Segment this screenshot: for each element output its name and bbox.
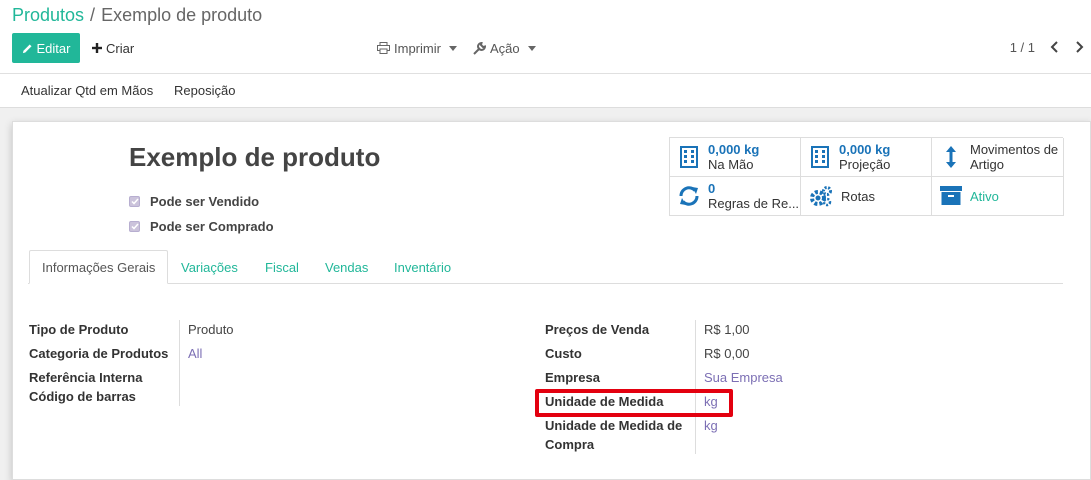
product-category-value[interactable]: All: [188, 346, 202, 361]
cogs-icon: [809, 185, 833, 207]
cost-value[interactable]: R$ 0,00: [704, 346, 750, 361]
unit-of-measure-label: Unidade de Medida: [545, 394, 664, 409]
product-moves-label-line2: Artigo: [970, 157, 1004, 172]
can-be-sold-checkbox[interactable]: [129, 196, 140, 207]
print-dropdown-label: Imprimir: [394, 40, 441, 56]
active-label: Ativo: [970, 188, 999, 204]
forecast-smart-button[interactable]: 0,000 kg Projeção: [801, 138, 932, 177]
can-be-sold-field: Pode ser Vendido: [129, 194, 259, 209]
routes-smart-button[interactable]: Rotas: [801, 177, 932, 216]
caret-down-icon: [448, 45, 457, 51]
pager-next-button[interactable]: [1071, 38, 1087, 56]
action-dropdown-label: Ação: [490, 40, 520, 56]
chevron-left-icon: [1050, 41, 1058, 53]
on-hand-smart-button[interactable]: 0,000 kg Na Mão: [670, 138, 801, 177]
product-type-value[interactable]: Produto: [188, 322, 234, 337]
unit-of-measure-value[interactable]: kg: [704, 394, 718, 409]
tab-inventory[interactable]: Inventário: [382, 250, 463, 284]
can-be-purchased-checkbox[interactable]: [129, 221, 140, 232]
update-qty-on-hand-button[interactable]: Atualizar Qtd em Mãos: [21, 83, 153, 98]
can-be-sold-label: Pode ser Vendido: [150, 194, 260, 209]
smart-buttons-box: 0,000 kg Na Mão 0,000 kg Projeção Movime…: [669, 137, 1064, 216]
building-icon: [678, 146, 700, 168]
reorder-rules-label: Regras de Re...: [708, 196, 800, 211]
field-separator: [179, 320, 180, 406]
tab-fiscal[interactable]: Fiscal: [253, 250, 311, 284]
forecast-label: Projeção: [839, 157, 891, 172]
replenish-button[interactable]: Reposição: [174, 83, 235, 98]
archive-icon: [940, 186, 962, 206]
forecast-value: 0,000: [839, 142, 872, 157]
edit-button[interactable]: Editar: [12, 33, 80, 63]
checkmark-icon: [130, 223, 139, 230]
product-moves-label-line1: Movimentos de: [970, 142, 1059, 157]
on-hand-label: Na Mão: [708, 157, 754, 172]
tab-variants[interactable]: Variações: [169, 250, 250, 284]
pager-previous-button[interactable]: [1046, 38, 1062, 56]
cost-label: Custo: [545, 346, 582, 361]
active-toggle-smart-button[interactable]: Ativo: [932, 177, 1064, 216]
product-moves-smart-button[interactable]: Movimentos de Artigo: [932, 138, 1064, 177]
control-panel: Produtos / Exemplo de produto Editar Criar…: [0, 0, 1091, 74]
forecast-unit: kg: [875, 142, 891, 157]
tab-general-info[interactable]: Informações Gerais: [29, 250, 169, 284]
sale-price-value[interactable]: R$ 1,00: [704, 322, 750, 337]
field-separator: [695, 320, 696, 454]
breadcrumb-current: Exemplo de produto: [101, 5, 263, 25]
purchase-uom-label-line2: Compra: [545, 437, 595, 452]
edit-button-label: Editar: [36, 40, 71, 56]
create-button[interactable]: Criar: [92, 33, 134, 63]
pencil-icon: [22, 43, 32, 53]
sale-price-label: Preços de Venda: [545, 322, 650, 337]
can-be-purchased-label: Pode ser Comprado: [150, 219, 274, 234]
action-dropdown[interactable]: Ação: [473, 33, 536, 63]
notebook-tabs: Informações Gerais Variações Fiscal Vend…: [28, 250, 1063, 284]
reorder-rules-value: 0: [708, 181, 716, 196]
refresh-icon: [678, 185, 700, 207]
wrench-icon: [473, 41, 486, 55]
routes-label: Rotas: [841, 188, 875, 204]
breadcrumb-separator: /: [90, 5, 96, 25]
checkmark-icon: [130, 198, 139, 205]
purchase-uom-label-line1: Unidade de Medida de: [545, 418, 683, 433]
company-value[interactable]: Sua Empresa: [704, 370, 783, 385]
create-button-label: Criar: [106, 40, 135, 56]
print-dropdown[interactable]: Imprimir: [377, 33, 457, 63]
plus-icon: [92, 43, 102, 53]
barcode-label: Código de barras: [29, 389, 136, 404]
reorder-rules-smart-button[interactable]: 0 Regras de Re...: [670, 177, 801, 216]
product-name: Exemplo de produto: [129, 142, 381, 172]
on-hand-value: 0,000: [708, 142, 741, 157]
form-header-bar: Atualizar Qtd em Mãos Reposição: [0, 74, 1091, 108]
product-type-label: Tipo de Produto: [29, 322, 129, 337]
company-label: Empresa: [545, 370, 600, 385]
pager-value[interactable]: 1 / 1: [1010, 40, 1035, 55]
up-down-arrow-icon: [940, 145, 962, 169]
print-icon: [377, 42, 390, 54]
on-hand-unit: kg: [744, 142, 760, 157]
breadcrumb: Produtos / Exemplo de produto: [12, 5, 262, 26]
internal-reference-label: Referência Interna: [29, 370, 143, 385]
building-icon: [809, 146, 831, 168]
purchase-uom-value[interactable]: kg: [704, 418, 718, 433]
chevron-right-icon: [1075, 41, 1083, 53]
caret-down-icon: [527, 45, 536, 51]
can-be-purchased-field: Pode ser Comprado: [129, 219, 274, 234]
product-category-label: Categoria de Produtos: [29, 346, 169, 361]
breadcrumb-products-link[interactable]: Produtos: [12, 5, 84, 25]
tab-sales[interactable]: Vendas: [313, 250, 380, 284]
